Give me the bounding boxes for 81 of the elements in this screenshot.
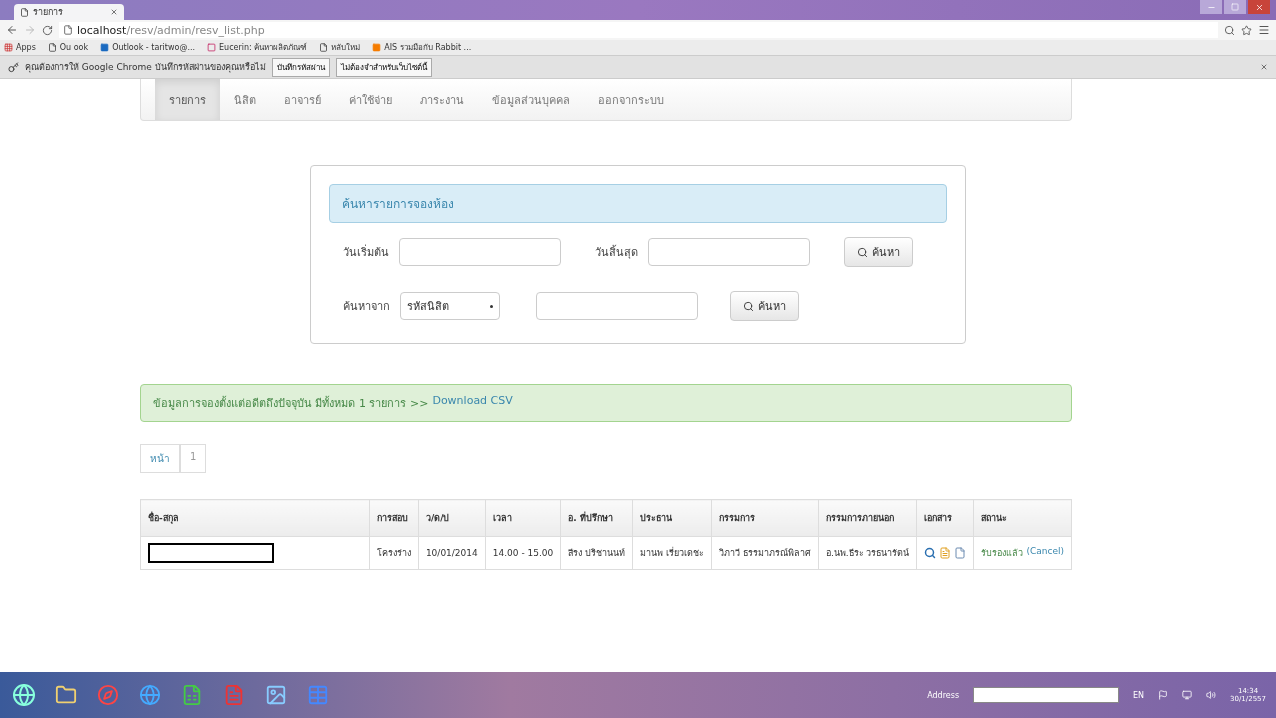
bookmark-link[interactable]: หลับใหม่ (331, 41, 361, 54)
address-field[interactable] (973, 687, 1120, 703)
table-cell: 10/01/2014 (418, 536, 486, 570)
column-header: สถานะ (974, 499, 1072, 537)
apps-icon (4, 43, 13, 52)
address-label: Address (927, 690, 960, 700)
column-header: ประธาน (632, 499, 712, 537)
table-cell: อ.นพ.ธีระ วรธนารัตน์ (818, 536, 917, 570)
file-icon[interactable] (954, 547, 967, 559)
status-text: รับรองแล้ว (981, 547, 1024, 560)
column-header: อ. ที่ปรึกษา (560, 499, 633, 537)
column-header: เวลา (485, 499, 561, 537)
infobar-button[interactable]: ไม่ต้องจำสำหรับเว็บไซต์นี้ (335, 57, 432, 77)
infobar-button[interactable]: บันทึกรหัสผ่าน (271, 57, 330, 77)
browser-tab[interactable]: รายการ (14, 4, 124, 20)
bookmark-link[interactable]: Eucerin: ค้นหาผลิตภัณฑ์ (219, 41, 308, 54)
language-indicator[interactable]: EN (1133, 690, 1145, 700)
volume-icon[interactable] (1206, 690, 1217, 700)
page-icon (63, 25, 73, 35)
search-button[interactable]: ค้นหา (844, 237, 913, 267)
close-icon[interactable] (110, 8, 118, 16)
column-header: เอกสาร (917, 499, 974, 537)
date-field[interactable] (648, 238, 810, 266)
close-button[interactable] (1248, 0, 1270, 14)
table-cell: วิภาวี ธรรมาภรณ์พิลาศ (711, 536, 819, 570)
column-header: ว/ด/ป (418, 499, 486, 537)
close-icon (1254, 2, 1264, 12)
blog-icon (372, 43, 382, 52)
select-field[interactable]: รหัสนิสิต (400, 292, 500, 320)
table-cell: สีรง ปริชานนท์ (560, 536, 633, 570)
download-link[interactable]: Download CSV (432, 394, 513, 412)
field-label: ค้นหาจาก (343, 299, 390, 315)
search-icon[interactable] (924, 547, 937, 559)
mail-icon (100, 43, 110, 52)
menu-icon[interactable] (1258, 24, 1270, 36)
back-icon[interactable] (6, 24, 18, 36)
alert-text: ข้อมูลการจองตั้งแต่อดีตถึงปัจจุบัน มีทั้งหมด 1 รายการ >> (153, 395, 429, 412)
search-icon (857, 246, 868, 258)
nav-tab[interactable]: ข้อมูลส่วนบุคคล (478, 79, 584, 120)
nav-tab[interactable]: ออกจากระบบ (584, 79, 678, 120)
table-cell: 14.00 - 15.00 (485, 536, 561, 570)
page-icon (20, 7, 29, 17)
table-cell: โครงร่าง (369, 536, 419, 570)
bookmark-link[interactable]: Apps (16, 43, 36, 52)
infobar-message: คุณต้องการให้ Google Chrome บันทึกรหัสผ่านของคุณหรือไม่ (25, 61, 266, 74)
nav-tab[interactable]: อาจารย์ (270, 79, 335, 120)
column-header: กรรมการ (711, 499, 819, 537)
field-label: วันสิ้นสุด (595, 244, 638, 261)
key-icon (8, 61, 19, 73)
page-icon (319, 43, 329, 52)
reload-icon[interactable] (42, 24, 53, 36)
nav-tab[interactable]: ค่าใช้จ่าย (335, 79, 406, 120)
nav-tab[interactable]: ภาระงาน (406, 79, 478, 120)
flag-icon[interactable] (1158, 690, 1169, 700)
search-icon (743, 300, 754, 312)
panel-heading: ค้นหารายการจองห้อง (329, 184, 947, 223)
logo-icon (207, 43, 216, 52)
field-label: วันเริ่มต้น (343, 243, 389, 261)
table-cell: มานพ เรี่ยวเดชะ (632, 536, 712, 570)
star-icon[interactable] (1241, 24, 1252, 36)
start-button[interactable] (10, 681, 38, 709)
nav-tab[interactable]: รายการ (155, 79, 220, 120)
column-header: การสอบ (369, 499, 419, 537)
column-header: กรรมการภายนอก (818, 499, 917, 537)
caret-icon (490, 304, 493, 308)
network-icon[interactable] (1182, 690, 1193, 700)
zoom-icon[interactable] (1224, 24, 1235, 36)
column-header: ชื่อ-สกุล (140, 499, 370, 537)
bookmark-link[interactable]: Outlook - taritwo@... (112, 43, 195, 52)
bookmark-link[interactable]: AIS รวมมือกับ Rabbit ... (384, 41, 472, 54)
date-field[interactable] (399, 238, 561, 266)
nav-tab[interactable]: นิสิต (220, 79, 270, 120)
url-field[interactable]: localhost/resv/admin/resv_list.php (59, 22, 1218, 38)
pagination-label[interactable]: หน้า (140, 444, 180, 473)
page-icon (47, 43, 57, 52)
maximize-icon (1231, 3, 1239, 11)
cancel-link[interactable]: (Cancel) (1026, 546, 1064, 560)
bookmark-link[interactable]: Ou ook (59, 43, 89, 52)
close-icon[interactable] (1260, 63, 1268, 71)
search-field[interactable] (536, 292, 698, 320)
search-button[interactable]: ค้นหา (730, 291, 799, 321)
